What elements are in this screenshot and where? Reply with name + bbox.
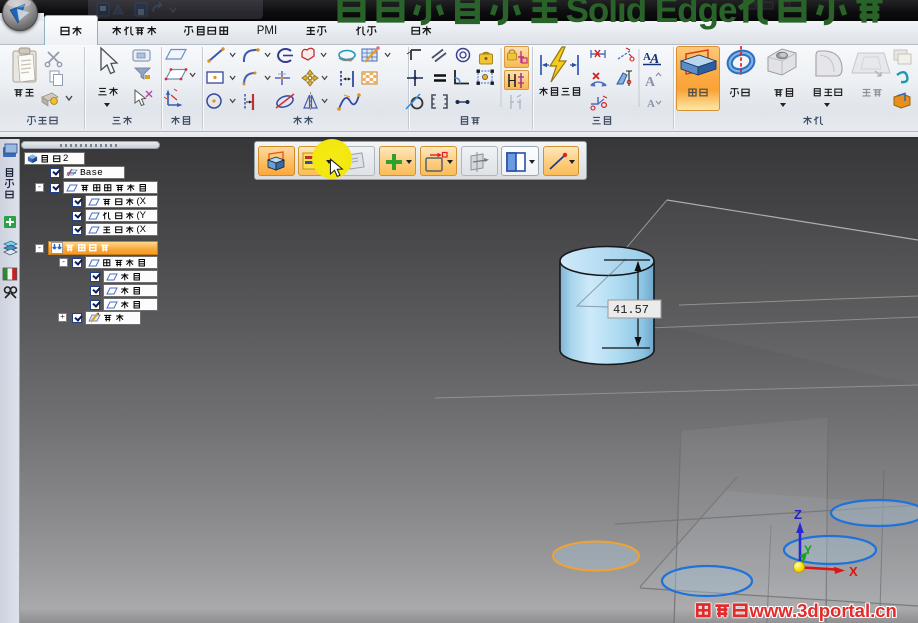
svg-text:A: A — [645, 75, 656, 90]
svg-text:41.57: 41.57 — [613, 303, 649, 317]
svg-text:Z: Z — [794, 507, 802, 522]
svg-text:Y: Y — [804, 543, 812, 557]
svg-text:A: A — [647, 98, 655, 110]
svg-text:X: X — [849, 564, 858, 579]
